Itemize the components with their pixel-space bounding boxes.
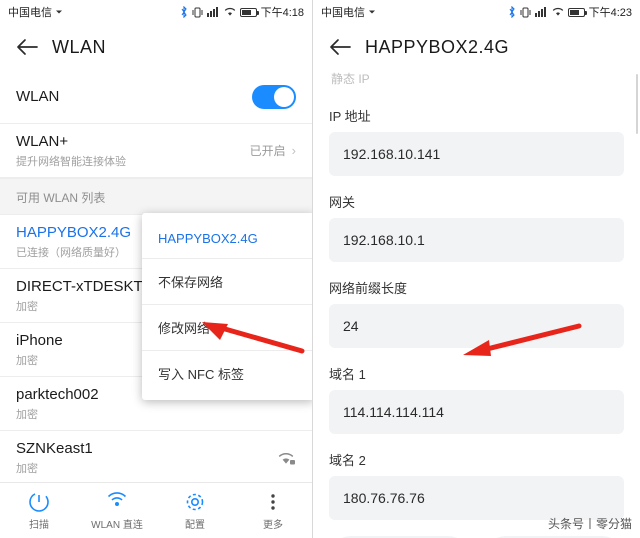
network-status: 加密 (16, 408, 38, 421)
right-phone-screen: 中国电信 下午4:23 HAPPYBOX2.4G 静态 IP IP 地址 192… (313, 0, 640, 538)
field-label: 网络前缀长度 (329, 281, 408, 296)
chevron-right-icon: › (291, 143, 296, 158)
back-arrow-icon[interactable] (327, 34, 353, 60)
field-prefix-length: 网络前缀长度 24 (329, 278, 624, 348)
wlan-toggle-label: WLAN (16, 88, 60, 105)
nav-label-wlan-direct: WLAN 直连 (91, 519, 143, 531)
nav-item-scan[interactable]: 扫描 (0, 491, 78, 531)
nav-label-scan: 扫描 (29, 519, 49, 531)
wifi-icon (552, 7, 564, 17)
wifi-icon (224, 7, 236, 17)
battery-icon (239, 7, 259, 17)
field-label: 域名 2 (329, 453, 366, 468)
wlan-toggle-text: WLAN (16, 88, 252, 105)
menu-item-modify-network[interactable]: 修改网络 (142, 304, 312, 350)
wlan-direct-icon (106, 491, 128, 513)
prefix-length-input[interactable]: 24 (329, 304, 624, 348)
bluetooth-icon (508, 6, 516, 18)
field-label: 域名 1 (329, 367, 366, 382)
nav-item-settings[interactable]: 配置 (156, 491, 234, 531)
nav-label-settings: 配置 (185, 519, 205, 531)
scrollbar[interactable] (636, 74, 638, 134)
wlan-toggle-row[interactable]: WLAN (0, 70, 312, 124)
dns2-input[interactable]: 180.76.76.76 (329, 476, 624, 520)
available-networks-header: 可用 WLAN 列表 (0, 178, 312, 215)
nav-item-more[interactable]: 更多 (234, 491, 312, 531)
field-ip-address: IP 地址 192.168.10.141 (329, 106, 624, 176)
wifi-lock-icon (276, 450, 296, 466)
network-status: 加密 (16, 462, 38, 475)
menu-item-write-nfc[interactable]: 写入 NFC 标签 (142, 350, 312, 396)
right-watermark: 头条号丨零分猫 (547, 517, 632, 531)
menu-item-forget-network[interactable]: 不保存网络 (142, 258, 312, 304)
wlan-plus-text: WLAN+ 提升网络智能连接体验 (16, 133, 250, 169)
ip-address-input[interactable]: 192.168.10.141 (329, 132, 624, 176)
right-status-bar: 中国电信 下午4:23 (313, 0, 640, 24)
status-carrier-group: 中国电信 (321, 4, 376, 20)
page-title: HAPPYBOX2.4G (365, 36, 510, 57)
field-label: IP 地址 (329, 109, 371, 124)
field-dns1: 域名 1 114.114.114.114 (329, 364, 624, 434)
wlan-plus-row[interactable]: WLAN+ 提升网络智能连接体验 已开启 › (0, 124, 312, 178)
wlan-plus-status-label: 已开启 (249, 144, 286, 158)
signal-icon (206, 7, 220, 17)
wlan-plus-status: 已开启 › (250, 142, 296, 159)
vibrate-icon (520, 7, 531, 18)
network-context-menu[interactable]: HAPPYBOX2.4G 不保存网络 修改网络 写入 NFC 标签 (142, 213, 312, 400)
wlan-plus-sub: 提升网络智能连接体验 (16, 155, 126, 168)
dns1-input[interactable]: 114.114.114.114 (329, 390, 624, 434)
more-icon (262, 491, 284, 513)
carrier-label: 中国电信 (321, 7, 365, 19)
field-label: 网关 (329, 195, 356, 210)
vibrate-icon (192, 7, 203, 18)
carrier-label: 中国电信 (8, 7, 52, 19)
right-title-bar: HAPPYBOX2.4G (313, 24, 640, 70)
network-row-sznkeast[interactable]: SZNKeast1 加密 (0, 431, 312, 485)
field-dns2: 域名 2 180.76.76.76 (329, 450, 624, 520)
chevron-down-icon (368, 8, 376, 16)
status-carrier-group: 中国电信 (8, 4, 63, 20)
scan-icon (28, 491, 50, 513)
left-title-bar: WLAN (0, 24, 312, 70)
back-arrow-icon[interactable] (14, 34, 40, 60)
status-icons-group: 下午4:18 (180, 4, 304, 20)
bluetooth-icon (180, 6, 188, 18)
status-icons-group: 下午4:23 (508, 4, 632, 20)
partial-field-label: 静态 IP (331, 72, 370, 86)
network-sznkeast-text: SZNKeast1 加密 (16, 440, 276, 476)
field-gateway: 网关 192.168.10.1 (329, 192, 624, 262)
bottom-navigation-bar: 扫描 WLAN 直连 配置 更多 (0, 482, 312, 538)
clock-label: 下午4:23 (588, 7, 632, 19)
screenshot-root: 中国电信 下午4:18 WLAN WLAN WLAN+ 提升网络智能连接体验 已… (0, 0, 640, 538)
signal-icon (534, 7, 548, 17)
wlan-toggle-switch[interactable] (252, 84, 296, 109)
context-menu-title: HAPPYBOX2.4G (158, 231, 258, 246)
battery-icon (567, 7, 587, 17)
nav-label-more: 更多 (263, 519, 283, 531)
left-phone-screen: 中国电信 下午4:18 WLAN WLAN WLAN+ 提升网络智能连接体验 已… (0, 0, 313, 538)
ip-settings-form: 静态 IP IP 地址 192.168.10.141 网关 192.168.10… (313, 70, 640, 520)
clock-label: 下午4:18 (260, 7, 304, 19)
gear-icon (184, 491, 206, 513)
left-status-bar: 中国电信 下午4:18 (0, 0, 312, 24)
page-title: WLAN (52, 36, 107, 57)
chevron-down-icon (55, 8, 63, 16)
wlan-plus-label: WLAN+ (16, 132, 69, 150)
nav-item-wlan-direct[interactable]: WLAN 直连 (78, 491, 156, 531)
network-ssid: SZNKeast1 (16, 439, 93, 457)
gateway-input[interactable]: 192.168.10.1 (329, 218, 624, 262)
